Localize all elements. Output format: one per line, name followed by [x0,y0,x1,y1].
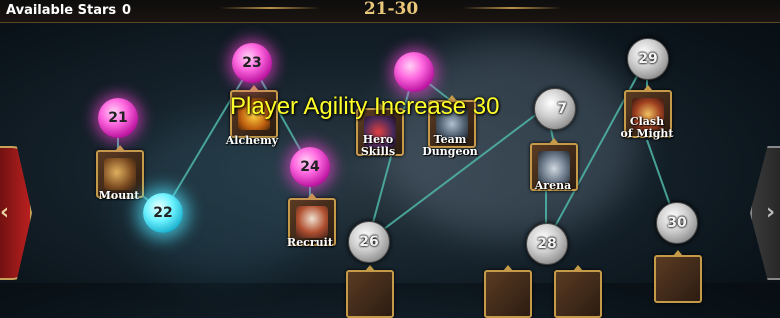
available-stars-label: Available Stars [6,3,117,18]
level-range-title: 21-30 [363,0,419,19]
star-node-number: 22 [153,205,173,221]
feature-hero-skills-label: Hero Skills [348,134,408,158]
team-dungeon-label-line2: Dungeon [422,145,478,158]
chevron-left-icon: ‹ [0,200,10,225]
star-node-23[interactable]: 23 [232,43,272,83]
node-bonus-tooltip: Player Agility Increase 30 [230,93,500,120]
star-node-number: 7 [557,101,567,117]
star-node-number: 23 [242,55,262,71]
feature-badge-partial[interactable] [554,265,602,318]
star-node-25[interactable]: 25 [394,52,434,92]
top-bar: Available Stars 0 21-30 [0,0,780,23]
feature-mount-label: Mount [98,189,140,202]
feature-badge-partial[interactable] [346,265,394,318]
feature-team-dungeon-label: Team Dungeon [414,134,486,158]
star-node-number: 29 [638,51,658,67]
chevron-right-icon: › [766,200,776,225]
feature-badge-partial[interactable] [654,250,702,303]
ornament-left [220,7,320,9]
hero-skills-label-line2: Skills [360,145,396,158]
star-node-30[interactable]: 30 [656,202,698,244]
star-node-number: 30 [667,215,687,231]
star-node-26[interactable]: 26 [348,221,390,263]
star-node-24[interactable]: 24 [290,147,330,187]
star-node-number: 28 [537,236,557,252]
ornament-right [462,7,562,9]
feature-arena-label: Arena [534,179,572,192]
clash-of-might-label-line2: of Might [620,127,674,140]
star-node-27[interactable]: 7 [534,88,576,130]
star-node-28[interactable]: 28 [526,223,568,265]
feature-alchemy-label: Alchemy [225,134,279,147]
mount-icon [104,158,136,190]
star-node-number: 21 [108,110,128,126]
star-node-22[interactable]: 22 [143,193,183,233]
available-stars-count: 0 [122,3,132,18]
feature-badge-partial[interactable] [484,265,532,318]
star-node-21[interactable]: 21 [98,98,138,138]
star-node-29[interactable]: 29 [627,38,669,80]
feature-recruit-label: Recruit [287,236,333,249]
feature-clash-of-might-label: Clash of Might [614,116,680,140]
star-node-number: 24 [300,159,320,175]
recruit-icon [296,206,328,238]
star-node-number: 26 [359,234,379,250]
